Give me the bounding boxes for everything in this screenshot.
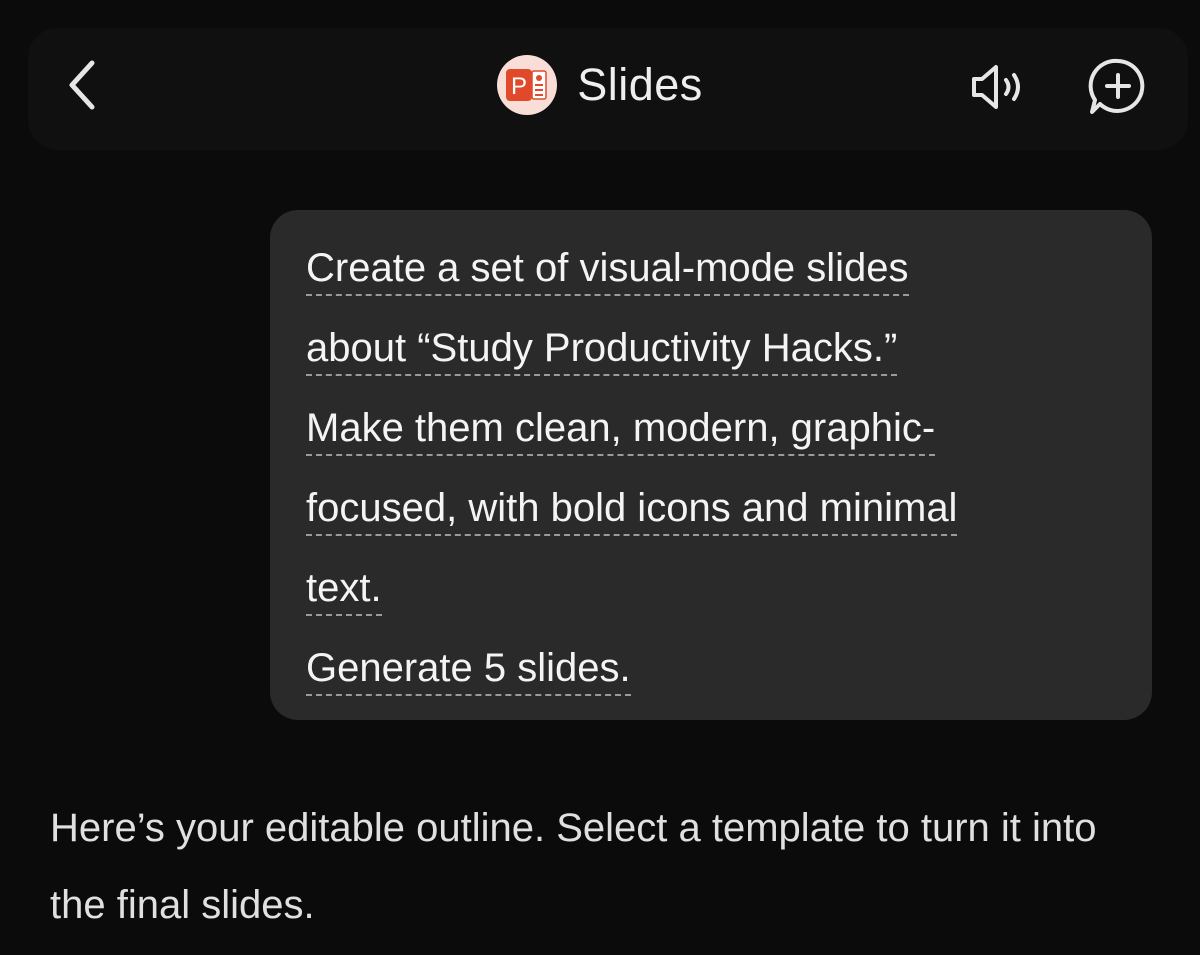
read-aloud-button[interactable] xyxy=(962,52,1038,122)
user-message-line[interactable]: focused, with bold icons and minimal xyxy=(306,488,958,536)
new-chat-button[interactable] xyxy=(1080,52,1156,122)
user-message-line[interactable]: Make them clean, modern, graphic- xyxy=(306,408,936,456)
app-title-group[interactable]: P Slides xyxy=(497,55,703,115)
app-icon-letter: P xyxy=(511,73,527,100)
powerpoint-icon: P xyxy=(497,55,558,115)
chevron-left-icon xyxy=(69,60,95,110)
user-message-line[interactable]: Generate 5 slides. xyxy=(306,648,631,696)
user-message-bubble: Create a set of visual-mode slides about… xyxy=(270,210,1152,720)
user-message-line[interactable]: about “Study Productivity Hacks.” xyxy=(306,328,898,376)
user-message-line[interactable]: Create a set of visual-mode slides xyxy=(306,248,909,296)
user-message-line[interactable]: text. xyxy=(306,568,382,616)
assistant-message: Here’s your editable outline. Select a t… xyxy=(50,806,1097,927)
back-button[interactable] xyxy=(52,50,112,120)
page-title: Slides xyxy=(577,59,703,110)
add-chat-icon xyxy=(1088,58,1145,114)
speaker-icon xyxy=(972,65,1020,109)
